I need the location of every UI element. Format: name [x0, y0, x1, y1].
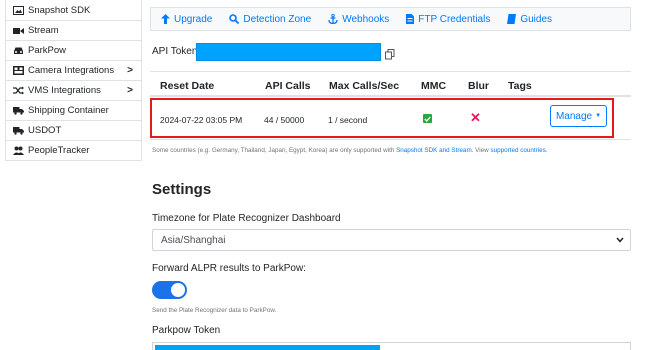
check-icon — [423, 114, 432, 123]
copy-icon[interactable] — [385, 47, 395, 60]
anchor-icon — [328, 14, 338, 24]
search-icon — [229, 14, 240, 24]
settings-heading: Settings — [152, 181, 212, 198]
webhooks-label: Webhooks — [342, 13, 390, 25]
sidebar-item-shipping-container[interactable]: Shipping Container — [5, 101, 142, 121]
chevron-right-icon: > — [127, 85, 133, 96]
book-icon — [507, 14, 517, 24]
note-text: . — [545, 147, 548, 154]
sidebar: Snapshot SDK Stream ParkPow Camera Integ… — [5, 0, 142, 161]
parkpow-token-label: Parkpow Token — [152, 325, 221, 336]
sidebar-item-snapshot-sdk[interactable]: Snapshot SDK — [5, 0, 142, 21]
manage-button-label: Manage — [555, 110, 593, 122]
api-token-field[interactable] — [196, 43, 381, 61]
parkpow-token-mask — [155, 345, 380, 350]
timezone-select[interactable]: Asia/Shanghai — [152, 229, 631, 251]
column-header-tags: Tags — [508, 80, 532, 92]
ftp-credentials-link[interactable]: FTP Credentials — [406, 14, 490, 25]
camera-grid-icon — [13, 66, 24, 76]
caret-down-icon: ▼ — [595, 113, 602, 119]
send-data-note: Send the Plate Recognizer data to ParkPo… — [152, 307, 277, 314]
supported-countries-link[interactable]: supported countries — [490, 147, 545, 154]
detection-zone-link[interactable]: Detection Zone — [229, 14, 311, 25]
sidebar-item-camera-integrations[interactable]: Camera Integrations > — [5, 61, 142, 81]
upgrade-link[interactable]: Upgrade — [161, 14, 212, 25]
table-header: Reset Date API Calls Max Calls/Sec MMC B… — [150, 71, 631, 97]
sidebar-item-label: ParkPow — [28, 45, 67, 56]
image-icon — [13, 5, 24, 15]
ftp-credentials-label: FTP Credentials — [418, 13, 491, 25]
video-icon — [13, 26, 24, 36]
parkpow-token-field[interactable] — [152, 342, 631, 350]
column-header-reset-date: Reset Date — [160, 80, 215, 92]
country-support-note: Some countries (e.g. Germany, Thailand, … — [152, 147, 548, 154]
column-header-mmc: MMC — [421, 80, 447, 92]
note-text: Some countries (e.g. Germany, Thailand, … — [152, 147, 397, 154]
sidebar-item-label: Camera Integrations — [28, 65, 115, 76]
sidebar-item-label: Snapshot SDK — [28, 4, 91, 16]
sidebar-item-vms-integrations[interactable]: VMS Integrations > — [5, 81, 142, 101]
sidebar-item-label: USDOT — [28, 125, 62, 136]
arrow-up-icon — [161, 14, 170, 24]
truck-icon — [13, 106, 24, 116]
detection-zone-label: Detection Zone — [243, 13, 312, 25]
api-token-label: API Token: — [152, 46, 201, 57]
shuffle-icon — [13, 86, 24, 96]
cell-reset-date: 2024-07-22 03:05 PM — [160, 115, 243, 125]
forward-alpr-toggle[interactable] — [152, 281, 187, 299]
sidebar-item-label: Stream — [28, 25, 59, 36]
sidebar-item-usdot[interactable]: USDOT — [5, 121, 142, 141]
sidebar-item-label: Shipping Container — [28, 105, 109, 116]
sidebar-item-peopletracker[interactable]: PeopleTracker — [5, 141, 142, 161]
note-text: . View — [471, 147, 491, 154]
row-divider — [150, 139, 631, 140]
timezone-value: Asia/Shanghai — [161, 234, 226, 246]
snapshot-sdk-stream-link[interactable]: Snapshot SDK and Stream — [396, 147, 472, 154]
column-header-blur: Blur — [468, 80, 489, 92]
upgrade-label: Upgrade — [174, 13, 213, 25]
guides-link[interactable]: Guides — [507, 14, 552, 25]
forward-alpr-label: Forward ALPR results to ParkPow: — [152, 263, 306, 274]
truck-icon — [13, 126, 24, 136]
chevron-right-icon: > — [127, 65, 133, 76]
timezone-label: Timezone for Plate Recognizer Dashboard — [152, 213, 341, 224]
x-icon: ✕ — [470, 110, 481, 125]
toggle-knob — [171, 283, 185, 297]
sidebar-item-parkpow[interactable]: ParkPow — [5, 41, 142, 61]
file-icon — [406, 14, 415, 24]
column-header-api-calls: API Calls — [265, 80, 311, 92]
manage-button[interactable]: Manage ▼ — [550, 105, 607, 127]
cell-max-calls: 1 / second — [328, 115, 368, 125]
people-icon — [13, 146, 24, 156]
car-icon — [13, 46, 24, 56]
sidebar-item-label: PeopleTracker — [28, 145, 90, 156]
sidebar-item-label: VMS Integrations — [28, 85, 101, 96]
sidebar-item-stream[interactable]: Stream — [5, 21, 142, 41]
webhooks-link[interactable]: Webhooks — [328, 14, 389, 25]
chevron-down-icon — [616, 235, 624, 245]
column-header-max-calls: Max Calls/Sec — [329, 80, 400, 92]
top-nav-bar: Upgrade Detection Zone Webhooks FTP Cred… — [150, 7, 631, 31]
guides-label: Guides — [520, 13, 553, 25]
cell-api-calls: 44 / 50000 — [264, 115, 305, 125]
